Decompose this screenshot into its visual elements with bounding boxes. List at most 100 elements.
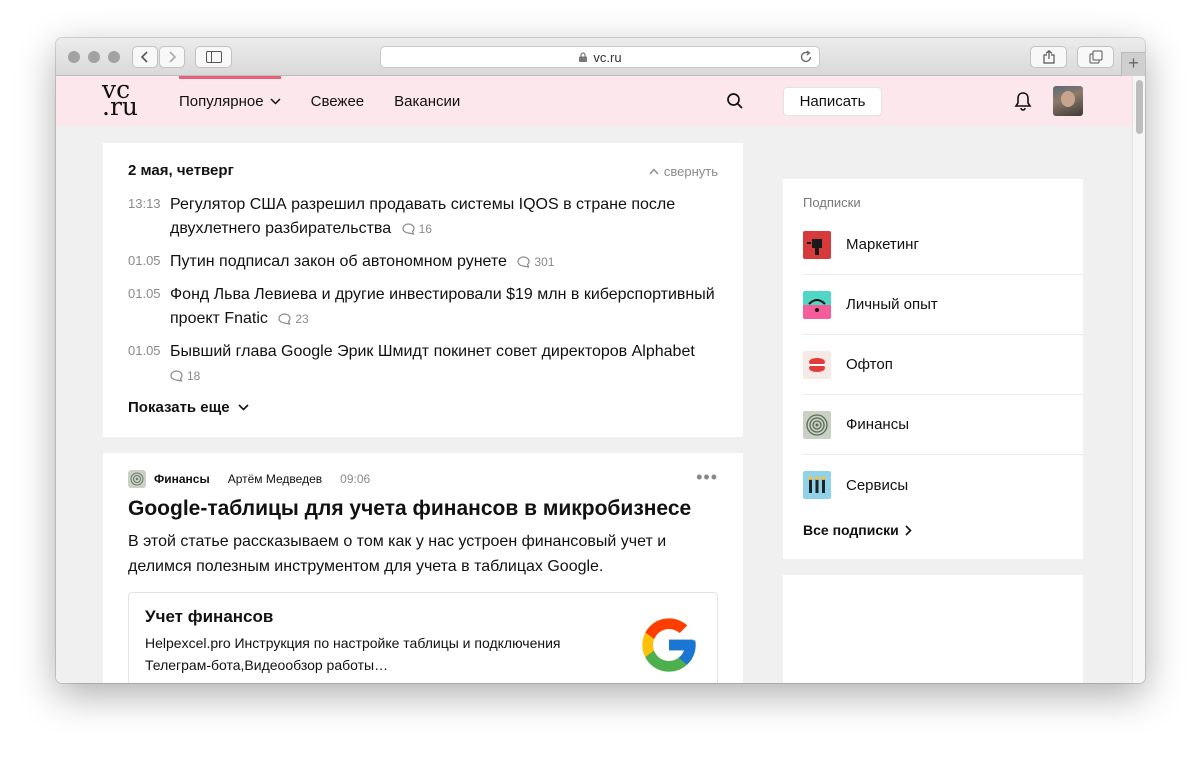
browser-window: vc.ru + vc .ru Популярное Свежее Ваканси… xyxy=(56,38,1145,683)
subscriptions-card: Подписки Маркетинг Личный опыт Офтоп Фин… xyxy=(783,179,1083,559)
chevron-right-icon xyxy=(905,524,912,536)
subscription-item[interactable]: Личный опыт xyxy=(803,275,1083,335)
post-card: Финансы Артём Медведев 09:06 ••• Google-… xyxy=(103,453,743,683)
zoom-window-button[interactable] xyxy=(108,51,120,63)
site-logo[interactable]: vc .ru xyxy=(102,77,142,121)
personal-experience-icon xyxy=(803,290,831,319)
news-text: Путин подписал закон об автономном рунет… xyxy=(170,250,554,274)
share-button[interactable] xyxy=(1030,46,1067,68)
page-viewport: vc .ru Популярное Свежее Вакансии Написа… xyxy=(56,76,1145,683)
news-item[interactable]: 01.05 Фонд Льва Левиева и другие инвести… xyxy=(128,283,718,331)
nav-vacancies-label: Вакансии xyxy=(394,92,461,110)
feed-date: 2 мая, четверг xyxy=(128,162,234,179)
nav-popular-label: Популярное xyxy=(179,92,264,110)
scrollbar-thumb[interactable] xyxy=(1136,80,1143,134)
subscription-label: Финансы xyxy=(846,416,909,433)
chevron-left-icon xyxy=(141,51,148,63)
all-subscriptions-label: Все подписки xyxy=(803,522,899,538)
comment-count[interactable]: 23 xyxy=(278,307,309,331)
nav-fresh[interactable]: Свежее xyxy=(311,76,365,126)
comment-count-value: 16 xyxy=(418,222,432,236)
subscription-item[interactable]: Офтоп xyxy=(803,335,1083,395)
all-subscriptions-link[interactable]: Все подписки xyxy=(803,522,912,538)
subscription-item[interactable]: Маркетинг xyxy=(803,215,1083,275)
news-text: Фонд Льва Левиева и другие инвестировали… xyxy=(170,283,718,331)
nav-popular[interactable]: Популярное xyxy=(179,76,281,126)
tabs-overview-button[interactable] xyxy=(1077,46,1114,68)
search-icon[interactable] xyxy=(726,92,744,110)
main-nav: Популярное Свежее Вакансии xyxy=(179,76,490,126)
collapse-label: свернуть xyxy=(663,164,718,179)
services-icon xyxy=(803,471,831,499)
news-item[interactable]: 01.05 Бывший глава Google Эрик Шмидт пок… xyxy=(128,340,718,388)
comment-count[interactable]: 16 xyxy=(401,217,432,241)
sidebar-toggle-button[interactable] xyxy=(195,46,232,68)
user-avatar[interactable] xyxy=(1053,86,1083,116)
finance-icon xyxy=(803,410,831,439)
share-icon xyxy=(1042,50,1055,64)
news-time: 13:13 xyxy=(128,196,161,211)
write-button[interactable]: Написать xyxy=(783,87,882,116)
chevron-down-icon xyxy=(238,404,249,411)
comment-icon xyxy=(517,256,531,268)
news-headline: Фонд Льва Левиева и другие инвестировали… xyxy=(170,286,715,328)
subscription-label: Личный опыт xyxy=(846,296,938,313)
marketing-icon xyxy=(803,230,831,259)
sidebar-widget-placeholder xyxy=(783,575,1083,683)
subscription-label: Сервисы xyxy=(846,476,909,494)
bell-icon[interactable] xyxy=(1014,91,1032,111)
post-title[interactable]: Google-таблицы для учета финансов в микр… xyxy=(128,495,718,523)
site-header: vc .ru Популярное Свежее Вакансии Написа… xyxy=(56,76,1132,126)
nav-fresh-label: Свежее xyxy=(310,92,365,110)
post-author[interactable]: Артём Медведев xyxy=(228,472,322,486)
post-menu-button[interactable]: ••• xyxy=(696,467,718,488)
new-tab-button[interactable]: + xyxy=(1121,52,1145,76)
url-text: vc.ru xyxy=(593,49,622,65)
close-window-button[interactable] xyxy=(68,51,80,63)
chevron-up-icon xyxy=(649,168,659,175)
comment-count-value: 23 xyxy=(295,312,309,326)
news-text: Бывший глава Google Эрик Шмидт покинет с… xyxy=(170,340,718,388)
subscription-item[interactable]: Сервисы xyxy=(803,455,1083,515)
subscriptions-title: Подписки xyxy=(803,195,861,210)
link-title: Учет финансов xyxy=(145,607,274,626)
sidebar-icon xyxy=(205,51,222,63)
page-scrollbar[interactable] xyxy=(1132,76,1145,683)
show-more-button[interactable]: Показать еще xyxy=(128,399,249,416)
comment-count[interactable]: 301 xyxy=(517,250,554,274)
news-item[interactable]: 13:13 Регулятор США разрешил продавать с… xyxy=(128,193,718,241)
comment-icon xyxy=(170,370,183,382)
show-more-label: Показать еще xyxy=(128,399,230,416)
subscription-label: Маркетинг xyxy=(846,236,919,253)
reload-icon[interactable] xyxy=(799,50,813,64)
comment-count-value: 18 xyxy=(187,369,201,383)
google-logo-icon xyxy=(642,618,696,672)
tabs-icon xyxy=(1089,50,1102,64)
subscription-item[interactable]: Финансы xyxy=(803,395,1083,455)
news-item[interactable]: 01.05 Путин подписал закон об автономном… xyxy=(128,250,718,274)
address-bar[interactable]: vc.ru xyxy=(380,46,820,68)
offtop-icon xyxy=(803,350,831,379)
logo-bottom-text: .ru xyxy=(102,92,138,121)
chevron-right-icon xyxy=(169,51,176,63)
back-button[interactable] xyxy=(132,46,158,68)
collapse-button[interactable]: свернуть xyxy=(649,164,718,179)
comment-count-value: 301 xyxy=(534,255,555,269)
news-text: Регулятор США разрешил продавать системы… xyxy=(170,193,718,241)
link-preview-card[interactable]: Учет финансов Helpexcel.pro Инструкция п… xyxy=(128,592,718,683)
minimize-window-button[interactable] xyxy=(88,51,100,63)
post-lead: В этой статье рассказываем о том как у н… xyxy=(128,533,667,575)
nav-vacancies[interactable]: Вакансии xyxy=(394,76,460,126)
subscription-label: Офтоп xyxy=(846,356,893,373)
news-headline: Бывший глава Google Эрик Шмидт покинет с… xyxy=(170,343,695,360)
link-description: Helpexcel.pro Инструкция по настройке та… xyxy=(145,635,561,673)
comment-count[interactable]: 18 xyxy=(170,364,200,388)
post-category[interactable]: Финансы xyxy=(154,472,210,486)
news-headline: Путин подписал закон об автономном рунет… xyxy=(170,253,507,271)
news-time: 01.05 xyxy=(128,343,161,358)
post-meta: Финансы Артём Медведев 09:06 xyxy=(128,470,370,488)
forward-button[interactable] xyxy=(159,46,185,68)
finance-icon[interactable] xyxy=(128,470,146,488)
post-time: 09:06 xyxy=(340,472,371,486)
comment-icon xyxy=(278,313,291,325)
